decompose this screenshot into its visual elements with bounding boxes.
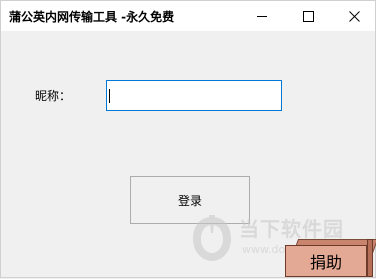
donate-label[interactable]: 捐助 bbox=[285, 245, 367, 277]
close-button[interactable] bbox=[331, 1, 376, 31]
title-bar[interactable]: 蒲公英内网传输工具 -永久免费 bbox=[1, 1, 375, 31]
donate-button[interactable]: 捐助 bbox=[285, 239, 376, 279]
maximize-icon bbox=[302, 10, 314, 22]
watermark-logo-icon bbox=[193, 215, 231, 261]
nickname-input[interactable] bbox=[106, 80, 282, 111]
watermark-name: 当下软件园 bbox=[239, 217, 344, 241]
close-icon bbox=[348, 10, 360, 22]
maximize-button[interactable] bbox=[285, 1, 331, 31]
donate-box-side bbox=[367, 239, 373, 277]
minimize-icon bbox=[257, 15, 267, 17]
text-caret bbox=[109, 89, 110, 103]
app-window: 蒲公英内网传输工具 -永久免费 昵称： 登录 当下软件园 www.downxia… bbox=[0, 0, 376, 278]
nickname-label: 昵称： bbox=[35, 89, 72, 103]
window-title: 蒲公英内网传输工具 -永久免费 bbox=[9, 10, 175, 24]
minimize-button[interactable] bbox=[239, 1, 285, 31]
